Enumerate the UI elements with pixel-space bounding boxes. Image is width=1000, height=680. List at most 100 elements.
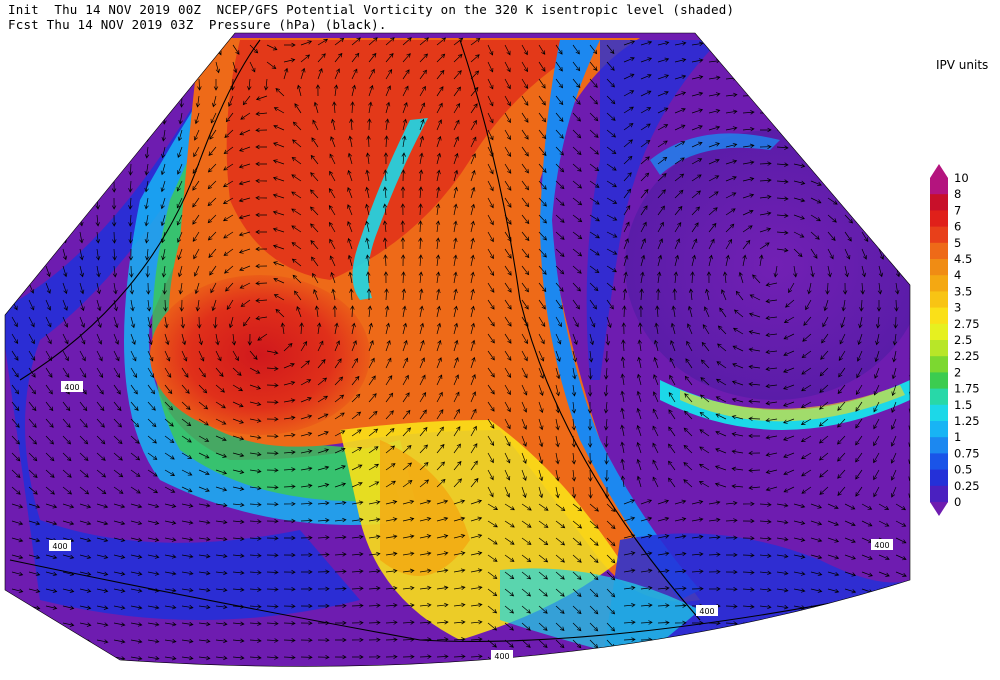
wind-arrow bbox=[776, 621, 789, 627]
wind-arrow bbox=[62, 95, 68, 107]
wind-arrow bbox=[79, 44, 86, 56]
wind-arrow bbox=[96, 129, 101, 142]
wind-arrow bbox=[896, 674, 907, 678]
wind-arrow bbox=[878, 231, 885, 243]
wind-arrow bbox=[810, 622, 823, 627]
wind-arrow bbox=[793, 656, 806, 661]
wind-arrow bbox=[810, 163, 823, 169]
wind-arrow bbox=[146, 95, 152, 108]
wind-arrow bbox=[810, 656, 823, 661]
wind-arrow bbox=[11, 231, 18, 243]
wind-arrow bbox=[301, 673, 312, 677]
wind-arrow bbox=[913, 164, 921, 172]
wind-arrow bbox=[895, 146, 906, 155]
wind-arrow bbox=[878, 605, 891, 611]
wind-arrow bbox=[641, 672, 652, 676]
wind-arrow bbox=[11, 622, 24, 627]
wind-arrow bbox=[11, 639, 24, 644]
wind-arrow bbox=[11, 282, 18, 294]
wind-arrow bbox=[777, 673, 788, 677]
wind-arrow bbox=[63, 674, 74, 678]
wind-arrow bbox=[725, 59, 738, 64]
wind-arrow bbox=[505, 674, 513, 680]
wind-arrow bbox=[742, 59, 755, 65]
wind-arrow bbox=[861, 163, 872, 171]
wind-arrow bbox=[79, 61, 86, 73]
wind-arrow bbox=[776, 43, 789, 49]
wind-arrow bbox=[913, 215, 919, 224]
wind-arrow bbox=[182, 673, 193, 677]
wind-arrow bbox=[181, 61, 187, 74]
wind-arrow bbox=[844, 146, 856, 153]
wind-arrow bbox=[913, 181, 920, 189]
wind-arrow bbox=[573, 674, 581, 680]
wind-arrow bbox=[45, 129, 51, 141]
wind-arrow bbox=[45, 163, 51, 176]
wind-arrow bbox=[352, 672, 363, 676]
wind-arrow bbox=[163, 78, 169, 91]
wind-arrow bbox=[112, 146, 117, 159]
wind-arrow bbox=[844, 95, 856, 102]
wind-arrow bbox=[369, 672, 380, 676]
wind-arrow bbox=[181, 44, 188, 56]
wind-arrow bbox=[844, 78, 856, 84]
wind-arrow bbox=[776, 655, 789, 661]
wind-arrow bbox=[862, 674, 873, 678]
wind-arrow bbox=[827, 146, 839, 153]
wind-arrow bbox=[861, 180, 871, 189]
wind-arrow bbox=[810, 95, 823, 101]
wind-arrow bbox=[742, 42, 755, 48]
wind-arrow bbox=[913, 130, 922, 137]
wind-arrow bbox=[45, 61, 52, 73]
wind-arrow bbox=[62, 146, 68, 159]
wind-arrow bbox=[827, 163, 839, 170]
wind-arrow bbox=[130, 44, 137, 56]
wind-arrow bbox=[759, 655, 772, 661]
wind-arrow bbox=[45, 112, 51, 124]
wind-arrow bbox=[810, 639, 823, 644]
wind-arrow bbox=[79, 129, 84, 142]
wind-arrow bbox=[79, 78, 85, 90]
wind-arrow bbox=[827, 95, 840, 101]
wind-arrow bbox=[96, 95, 102, 108]
wind-arrow bbox=[28, 180, 34, 193]
wind-arrow bbox=[861, 622, 874, 628]
pressure-label: 400 bbox=[494, 652, 509, 661]
pressure-label: 400 bbox=[64, 383, 79, 392]
wind-arrow bbox=[878, 129, 889, 137]
wind-arrow bbox=[79, 197, 84, 210]
header-init-title: Init Thu 14 NOV 2019 00Z NCEP/GFS Potent… bbox=[8, 2, 735, 17]
wind-arrow bbox=[776, 638, 789, 644]
wind-arrow bbox=[45, 95, 52, 107]
wind-arrow bbox=[878, 639, 891, 645]
wind-arrow bbox=[844, 44, 856, 50]
wind-arrow bbox=[640, 654, 653, 660]
wind-arrow bbox=[112, 129, 118, 142]
wind-arrow bbox=[11, 61, 19, 72]
pressure-label: 400 bbox=[52, 542, 67, 551]
wind-arrow bbox=[913, 79, 922, 85]
wind-arrow bbox=[913, 283, 917, 294]
wind-arrow bbox=[95, 146, 101, 159]
wind-arrow bbox=[198, 44, 205, 56]
wind-arrow bbox=[386, 672, 397, 676]
wind-arrow bbox=[793, 78, 806, 83]
wind-arrow bbox=[759, 638, 772, 644]
wind-arrow bbox=[113, 112, 118, 125]
wind-arrow bbox=[895, 605, 908, 611]
wind-arrow bbox=[284, 673, 295, 677]
wind-arrow bbox=[760, 673, 771, 677]
wind-arrow bbox=[742, 638, 755, 643]
wind-arrow bbox=[131, 673, 142, 677]
wind-arrow bbox=[810, 112, 823, 118]
wind-arrow bbox=[11, 248, 18, 260]
wind-arrow bbox=[861, 112, 873, 119]
wind-arrow bbox=[793, 95, 806, 100]
wind-arrow bbox=[675, 672, 686, 676]
wind-arrow bbox=[420, 672, 431, 676]
wind-arrow bbox=[827, 605, 840, 611]
wind-arrow bbox=[62, 78, 69, 90]
wind-arrow bbox=[113, 78, 119, 91]
wind-arrow bbox=[861, 605, 874, 611]
wind-arrow bbox=[11, 197, 17, 209]
